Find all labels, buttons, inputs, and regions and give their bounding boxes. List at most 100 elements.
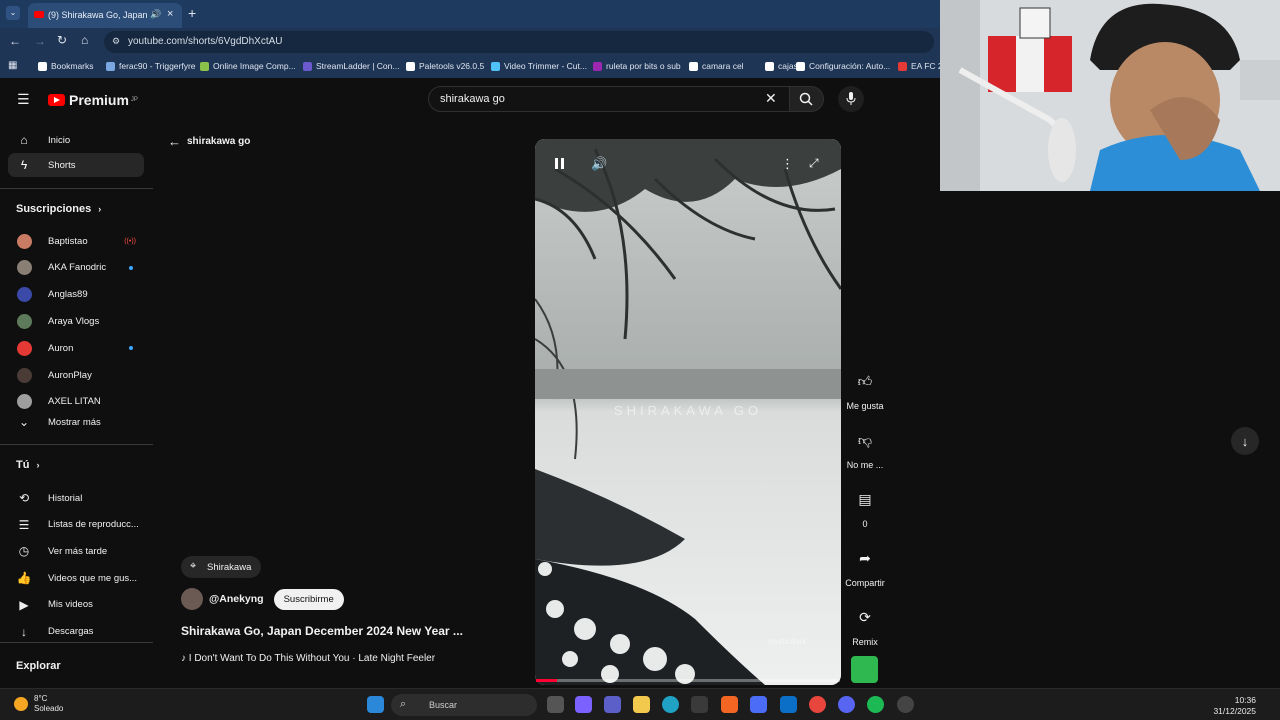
pause-button[interactable] bbox=[553, 157, 567, 171]
fullscreen-icon[interactable]: ⤢ bbox=[809, 156, 819, 171]
you-heading[interactable]: Tú › bbox=[16, 459, 40, 471]
remix-button[interactable]: ⟳ Remix bbox=[845, 602, 885, 647]
share-button[interactable]: ➦ Compartir bbox=[845, 543, 885, 588]
bookmark-favicon-icon bbox=[200, 61, 209, 71]
sidebar-subscription-item[interactable]: Auron bbox=[8, 336, 144, 360]
spotify-icon[interactable] bbox=[867, 696, 884, 713]
menu-hamburger-icon[interactable]: ☰ bbox=[17, 91, 30, 108]
sidebar-item-inicio[interactable]: ⌂ Inicio bbox=[8, 128, 144, 152]
dislike-button[interactable]: 👎︎ No me ... bbox=[845, 425, 885, 470]
home-button-icon[interactable]: ⌂ bbox=[81, 33, 88, 47]
sidebar-item-you[interactable]: ☰ Listas de reproducc... bbox=[8, 513, 144, 537]
back-to-search-button[interactable]: ← shirakawa go bbox=[168, 134, 250, 149]
shorts-icon: ϟ bbox=[20, 158, 28, 172]
sidebar-item-label: Historial bbox=[48, 492, 83, 504]
sidebar-subscription-item[interactable]: Araya Vlogs bbox=[8, 309, 144, 333]
reload-icon[interactable]: ↻ bbox=[57, 33, 67, 47]
playlist-icon: ☰ bbox=[18, 517, 30, 532]
weather-widget[interactable]: 8°C Soleado bbox=[34, 694, 63, 714]
short-song[interactable]: ♪ I Don't Want To Do This Without You · … bbox=[181, 653, 435, 664]
chrome-icon[interactable] bbox=[809, 696, 826, 713]
tab-close-icon[interactable]: × bbox=[167, 8, 173, 20]
bookmark-item[interactable]: camara cel bbox=[689, 61, 744, 71]
bookmark-item[interactable]: Online Image Comp... bbox=[200, 61, 296, 71]
short-video-player[interactable]: SHIRAKAWA GO mysticdark 🔊 ⋮ ⤢ bbox=[535, 139, 841, 685]
sidebar-item-you[interactable]: ▶ Mis videos bbox=[8, 593, 144, 617]
sidebar-subscription-item[interactable]: AKA Fanodric bbox=[8, 256, 144, 280]
video-progress-bar[interactable] bbox=[536, 679, 840, 682]
copilot-icon[interactable] bbox=[575, 696, 592, 713]
search-input[interactable]: shirakawa go ✕ bbox=[428, 86, 790, 112]
tab-search-button[interactable]: ⌄ bbox=[6, 6, 20, 20]
channel-avatar[interactable] bbox=[181, 588, 203, 610]
subscriptions-heading[interactable]: Suscripciones › bbox=[16, 203, 101, 215]
next-short-button[interactable]: ↓ bbox=[1231, 427, 1259, 455]
obs-icon[interactable] bbox=[897, 696, 914, 713]
like-button[interactable]: 👍︎ Me gusta bbox=[845, 366, 885, 411]
back-arrow-icon[interactable]: ← bbox=[9, 34, 21, 48]
bookmark-item[interactable]: ruleta por bits o sub bbox=[593, 61, 681, 71]
new-tab-button[interactable]: + bbox=[188, 5, 196, 21]
show-more-button[interactable]: ⌄ Mostrar más bbox=[8, 410, 144, 434]
logo-text: Premium bbox=[69, 92, 129, 108]
location-chip[interactable]: ⌖ Shirakawa bbox=[181, 556, 262, 578]
more-options-icon[interactable]: ⋮ bbox=[781, 156, 794, 172]
sidebar-item-you[interactable]: 👍 Videos que me gus... bbox=[8, 566, 144, 590]
voice-search-button[interactable] bbox=[838, 86, 864, 112]
sidebar-item-label: Baptistao bbox=[48, 235, 88, 247]
sidebar-item-shorts[interactable]: ϟ Shorts bbox=[8, 153, 144, 177]
sidebar-subscription-item[interactable]: Anglas89 bbox=[8, 283, 144, 307]
weather-icon[interactable] bbox=[14, 697, 28, 711]
youtube-premium-logo[interactable]: Premium JP bbox=[48, 92, 138, 108]
bookmark-item[interactable]: Configuración: Auto... bbox=[796, 61, 890, 71]
taskbar-clock[interactable]: 10:36 31/12/2025 bbox=[1213, 695, 1256, 717]
search-button[interactable] bbox=[790, 86, 824, 112]
bookmark-item[interactable]: StreamLadder | Con... bbox=[303, 61, 399, 71]
sidebar-item-you[interactable]: ◷ Ver más tarde bbox=[8, 539, 144, 563]
sidebar-item-you[interactable]: ⟲ Historial bbox=[8, 486, 144, 510]
sidebar-item-you[interactable]: ↓ Descargas bbox=[8, 620, 144, 644]
short-title[interactable]: Shirakawa Go, Japan December 2024 New Ye… bbox=[181, 624, 463, 638]
edge-icon[interactable] bbox=[662, 696, 679, 713]
bookmark-item[interactable]: Paletools v26.0.5 bbox=[406, 61, 484, 71]
forward-arrow-icon[interactable]: → bbox=[34, 34, 46, 48]
app-orange-icon[interactable] bbox=[721, 696, 738, 713]
app-blue-icon[interactable] bbox=[780, 696, 797, 713]
apps-grid-icon[interactable]: ▦ bbox=[8, 60, 17, 71]
volume-icon[interactable]: 🔊 bbox=[591, 156, 607, 172]
bookmark-item[interactable]: cajas bbox=[765, 61, 798, 71]
channel-avatar bbox=[17, 313, 32, 329]
sidebar-subscription-item[interactable]: Baptistao ((•)) bbox=[8, 229, 144, 253]
sound-thumbnail[interactable] bbox=[851, 656, 878, 683]
like-label: Me gusta bbox=[846, 401, 884, 411]
discord-icon[interactable] bbox=[838, 696, 855, 713]
bookmark-label: Paletools v26.0.5 bbox=[419, 61, 485, 71]
bookmark-label: Configuración: Auto... bbox=[809, 61, 891, 71]
windows-start-icon[interactable] bbox=[367, 696, 384, 713]
sidebar-subscription-item[interactable]: AuronPlay bbox=[8, 363, 144, 387]
teams-icon[interactable] bbox=[604, 696, 621, 713]
search-value: shirakawa go bbox=[440, 93, 505, 105]
site-info-icon[interactable]: ⚙ bbox=[112, 36, 120, 47]
youtube-logo-icon bbox=[48, 94, 65, 106]
like-icon: 👍 bbox=[16, 571, 32, 586]
taskbar-search[interactable]: ⌕ Buscar bbox=[391, 694, 537, 716]
subscribe-button[interactable]: Suscribirme bbox=[273, 588, 344, 610]
file-explorer-icon[interactable] bbox=[633, 696, 650, 713]
toolbar: ← → ↻ ⌂ ⚙ youtube.com/shorts/6VgdDhXctAU bbox=[0, 28, 940, 56]
bookmark-item[interactable]: EA FC 2 bbox=[898, 61, 940, 71]
history-icon: ⟲ bbox=[18, 491, 30, 505]
bookmark-item[interactable]: ferac90 - Triggerfyre bbox=[106, 61, 196, 71]
channel-name[interactable]: @Anekyng bbox=[209, 593, 264, 605]
bookmark-item[interactable]: Video Trimmer - Cut... bbox=[491, 61, 587, 71]
bookmark-item[interactable]: Bookmarks bbox=[38, 61, 94, 71]
app-mail-icon[interactable] bbox=[750, 696, 767, 713]
store-icon[interactable] bbox=[691, 696, 708, 713]
address-bar[interactable]: ⚙ youtube.com/shorts/6VgdDhXctAU bbox=[104, 31, 934, 53]
browser-tab-active[interactable]: (9) Shirakawa Go, Japan De 🔊 × bbox=[28, 3, 182, 28]
comments-button[interactable]: ▤ 0 bbox=[845, 484, 885, 529]
clock-date: 31/12/2025 bbox=[1213, 706, 1256, 716]
task-view-icon[interactable] bbox=[547, 696, 564, 713]
tab-audio-icon[interactable]: 🔊 bbox=[150, 9, 161, 20]
clear-search-icon[interactable]: ✕ bbox=[765, 90, 777, 107]
